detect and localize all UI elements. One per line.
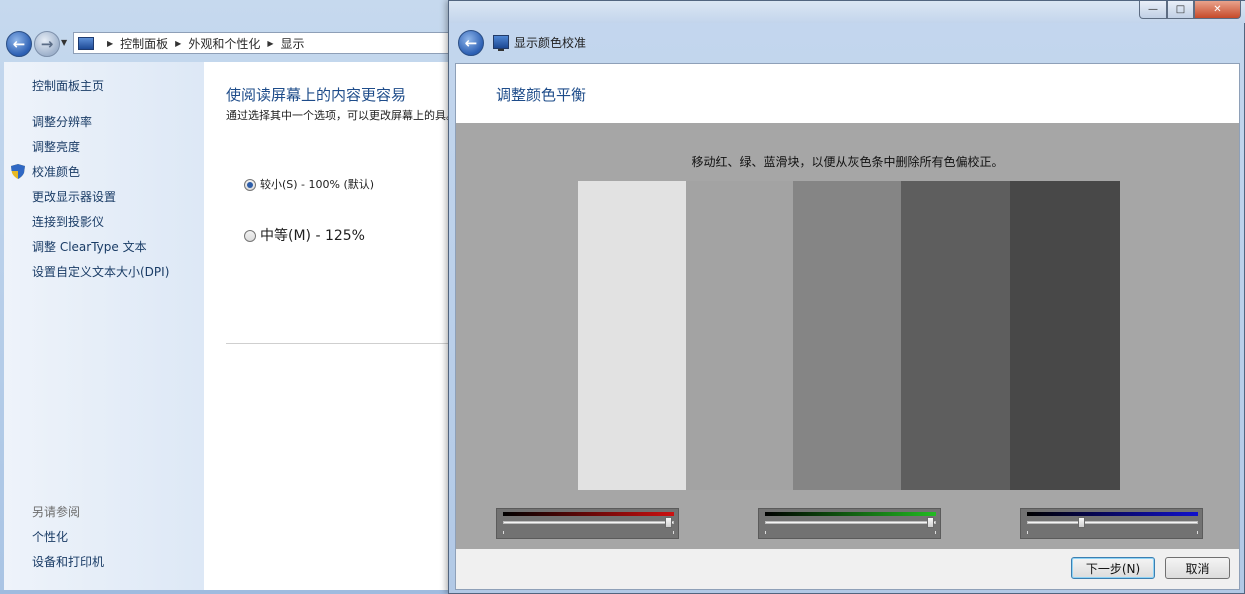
cancel-button[interactable]: 取消 <box>1165 557 1230 579</box>
forward-button[interactable]: → <box>34 31 60 57</box>
control-panel-window: ← → ▼ ▶ 控制面板 ▶ 外观和个性化 ▶ 显示 控制面板主页 调整分辨率 … <box>0 0 452 594</box>
radio-small[interactable] <box>244 179 256 191</box>
blue-slider[interactable] <box>1020 508 1203 539</box>
gray-bars <box>578 181 1120 490</box>
sidebar-item-resolution[interactable]: 调整分辨率 <box>32 113 92 130</box>
option-medium-label[interactable]: 中等(M) - 125% <box>260 225 365 245</box>
chevron-right-icon[interactable]: ▶ <box>267 39 273 48</box>
page-description: 通过选择其中一个选项，可以更改屏幕上的具。 <box>226 109 452 122</box>
dialog-body: 调整颜色平衡 移动红、绿、蓝滑块，以便从灰色条中删除所有色偏校正。 下一步(N)… <box>455 63 1240 590</box>
tick <box>935 531 936 534</box>
sidebar-item-personalization[interactable]: 个性化 <box>32 528 68 545</box>
page-title: 使阅读屏幕上的内容更容易 <box>226 86 407 104</box>
back-button[interactable]: ← <box>6 31 32 57</box>
breadcrumb-control-panel[interactable]: 控制面板 <box>120 35 168 52</box>
sidebar-item-cleartype[interactable]: 调整 ClearType 文本 <box>32 238 147 255</box>
next-button[interactable]: 下一步(N) <box>1071 557 1155 579</box>
tick <box>1027 531 1028 534</box>
slider-track[interactable] <box>503 521 674 524</box>
minimize-button[interactable]: — <box>1139 1 1167 19</box>
tick <box>503 531 504 534</box>
gray-bar-5 <box>1010 181 1120 490</box>
slider-track[interactable] <box>765 521 936 524</box>
instruction-text: 移动红、绿、蓝滑块，以便从灰色条中删除所有色偏校正。 <box>691 155 1004 169</box>
sidebar: 控制面板主页 调整分辨率 调整亮度 校准颜色 更改显示器设置 连接到投影仪 调整… <box>4 62 204 590</box>
gray-bar-4 <box>901 181 1010 490</box>
close-icon: ✕ <box>1213 4 1222 15</box>
maximize-button[interactable]: □ <box>1167 1 1194 19</box>
dialog-footer: 下一步(N) 取消 <box>456 549 1239 589</box>
address-bar[interactable]: ▶ 控制面板 ▶ 外观和个性化 ▶ 显示 <box>73 32 452 54</box>
control-panel-icon <box>78 36 94 50</box>
sidebar-item-custom-dpi[interactable]: 设置自定义文本大小(DPI) <box>32 263 169 280</box>
slider-thumb[interactable] <box>665 517 673 528</box>
sidebar-item-display-settings[interactable]: 更改显示器设置 <box>32 188 116 205</box>
chevron-right-icon[interactable]: ▶ <box>175 39 181 48</box>
maximize-icon: □ <box>1175 4 1186 15</box>
history-dropdown-icon[interactable]: ▼ <box>61 38 67 47</box>
red-slider[interactable] <box>496 508 679 539</box>
sidebar-item-home[interactable]: 控制面板主页 <box>32 77 104 94</box>
dialog-heading: 调整颜色平衡 <box>496 86 587 104</box>
window-edge <box>0 590 452 594</box>
slider-track[interactable] <box>1027 521 1198 524</box>
dialog-title: 显示颜色校准 <box>514 36 587 50</box>
uac-shield-icon <box>11 164 25 179</box>
display-monitor-icon <box>493 35 509 51</box>
sidebar-item-brightness[interactable]: 调整亮度 <box>32 138 80 155</box>
tick <box>673 531 674 534</box>
slider-thumb[interactable] <box>927 517 935 528</box>
sidebar-item-projector[interactable]: 连接到投影仪 <box>32 213 104 230</box>
back-arrow-icon: ← <box>12 35 26 53</box>
title-bar[interactable] <box>449 1 1245 23</box>
slider-thumb[interactable] <box>1078 517 1086 528</box>
breadcrumb-display[interactable]: 显示 <box>281 35 305 52</box>
gray-bar-1 <box>578 181 686 490</box>
green-gradient <box>765 512 936 516</box>
radio-medium[interactable] <box>244 230 256 242</box>
calibration-area: 移动红、绿、蓝滑块，以便从灰色条中删除所有色偏校正。 <box>456 123 1239 549</box>
sidebar-item-devices-printers[interactable]: 设备和打印机 <box>32 553 104 570</box>
breadcrumb-appearance[interactable]: 外观和个性化 <box>188 35 260 52</box>
color-calibration-dialog: — □ ✕ ← 显示颜色校准 调整颜色平衡 移动红、绿、蓝滑块，以便从灰色条中删… <box>448 0 1245 594</box>
back-arrow-icon: ← <box>464 34 478 52</box>
red-gradient <box>503 512 674 516</box>
dialog-back-button[interactable]: ← <box>458 30 484 56</box>
divider <box>226 343 452 344</box>
green-slider[interactable] <box>758 508 941 539</box>
gray-bar-2 <box>686 181 793 490</box>
close-button[interactable]: ✕ <box>1194 1 1241 19</box>
dialog-header: 调整颜色平衡 <box>456 64 1239 123</box>
see-also-heading: 另请参阅 <box>32 505 81 519</box>
navigation-bar: ← → ▼ ▶ 控制面板 ▶ 外观和个性化 ▶ 显示 <box>0 24 452 62</box>
gray-bar-3 <box>793 181 901 490</box>
chevron-right-icon[interactable]: ▶ <box>107 39 113 48</box>
forward-arrow-icon: → <box>40 35 54 53</box>
minimize-icon: — <box>1148 4 1158 15</box>
sidebar-item-calibrate-color[interactable]: 校准颜色 <box>32 163 80 180</box>
main-content: 使阅读屏幕上的内容更容易 通过选择其中一个选项，可以更改屏幕上的具。 较小(S)… <box>204 62 452 590</box>
option-small-label[interactable]: 较小(S) - 100% (默认) <box>260 176 374 192</box>
blue-gradient <box>1027 512 1198 516</box>
tick <box>765 531 766 534</box>
tick <box>1197 531 1198 534</box>
